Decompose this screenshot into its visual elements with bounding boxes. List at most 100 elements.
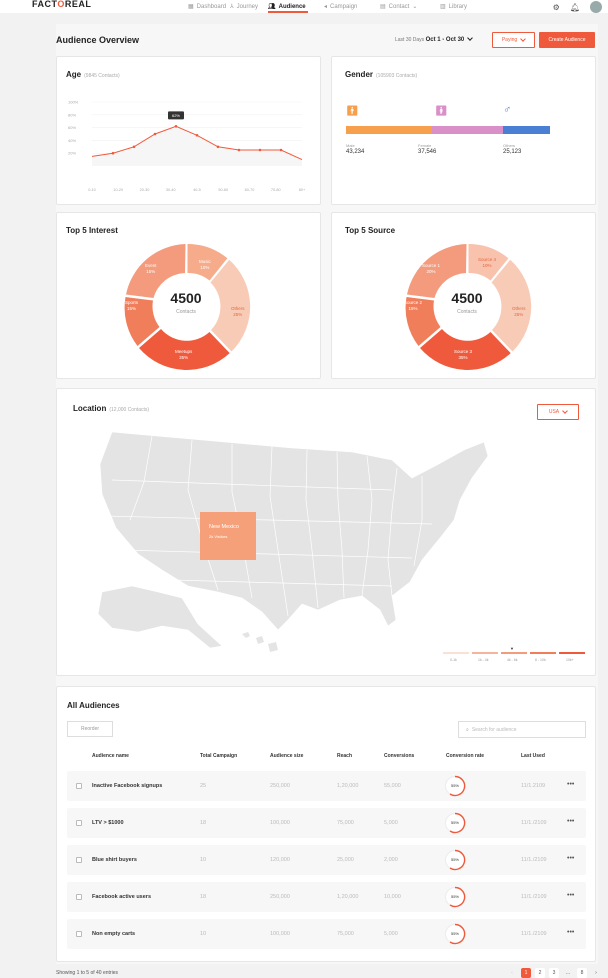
gender-stat-male: Male 43,234 (346, 143, 365, 155)
nav-contact[interactable]: ▤ Contact ⌄ (380, 3, 418, 11)
female-icon: 🚺︎ (435, 106, 448, 117)
reorder-button[interactable]: Reorder (67, 721, 113, 737)
more-options-icon[interactable]: ••• (567, 818, 574, 825)
age-data-point[interactable] (132, 145, 136, 149)
row-checkbox[interactable] (76, 820, 82, 826)
col-header: Total Campaign (200, 753, 238, 759)
more-options-icon[interactable]: ••• (567, 855, 574, 862)
nav-campaign[interactable]: ◂ Campaign (324, 3, 357, 11)
col-header: Conversion rate (446, 753, 485, 759)
date-range-selector[interactable]: Last 30 Days Oct 1 - Oct 30 (395, 35, 474, 43)
cell-reach: 1,20,000 (337, 894, 359, 900)
other-gender-icon: ♂ (503, 104, 512, 116)
country-dropdown[interactable]: USA (537, 404, 579, 420)
age-data-point[interactable] (216, 145, 220, 149)
y-tick-label: 60% (68, 125, 76, 130)
x-tick-label: 10-20 (113, 188, 123, 192)
prev-page-icon[interactable]: ‹ (507, 968, 517, 978)
age-data-point[interactable] (153, 132, 157, 136)
more-options-icon[interactable]: ••• (567, 892, 574, 899)
page-ellipsis: … (565, 970, 571, 976)
table-row[interactable]: LTV > $1000 18 100,000 75,000 5,000 55% 11/1./… (67, 808, 586, 838)
segment-label: Source 1 20% (422, 263, 441, 274)
chevron-down-icon (467, 35, 474, 41)
gender-bar (346, 126, 550, 134)
active-tab-indicator (268, 11, 308, 13)
page-button[interactable]: 1 (521, 968, 531, 978)
search-icon: ⌕ (466, 726, 469, 733)
age-area-fill (92, 126, 302, 166)
interest-center-value: 4500 (170, 290, 202, 306)
cell-size: 100,000 (270, 931, 290, 937)
cell-size: 100,000 (270, 820, 290, 826)
audience-search-input[interactable]: ⌕ Search for audience (458, 721, 586, 738)
more-options-icon[interactable]: ••• (567, 781, 574, 788)
legend-label: 6 - 10k (535, 658, 546, 662)
alaska-shape (97, 585, 223, 649)
paying-filter-dropdown[interactable]: Paying (492, 32, 535, 48)
legend-swatch (501, 652, 527, 654)
audience-name: Facebook active users (92, 894, 152, 900)
row-checkbox[interactable] (76, 783, 82, 789)
age-line-chart: 100% 80% 60% 40% 20% 62% 0-10 10-20 20-30 30-40 40… (68, 100, 306, 193)
x-tick-label: 0-10 (88, 188, 96, 192)
cell-campaign: 25 (200, 783, 207, 789)
settings-gear-icon[interactable]: ⚙ (553, 3, 560, 12)
y-tick-label: 80% (68, 112, 76, 117)
conversion-rate-ring: 55% (444, 812, 466, 834)
create-audience-button[interactable]: Create Audience (539, 32, 595, 48)
page-title: Audience Overview (56, 35, 140, 45)
gender-title: Gender (105903 Contacts) (345, 70, 418, 79)
row-checkbox[interactable] (76, 857, 82, 863)
age-data-point[interactable] (174, 125, 178, 128)
table-row[interactable]: Non empty carts 10 100,000 75,000 5,000 55% 11… (67, 919, 586, 949)
col-header: Audience size (270, 753, 304, 759)
segment-label: Others 25% (231, 306, 245, 317)
next-page-icon[interactable]: › (591, 968, 601, 978)
age-data-point[interactable] (195, 133, 199, 137)
male-icon: 🚹︎ (346, 106, 359, 117)
age-data-point[interactable] (237, 148, 241, 152)
age-data-point[interactable] (258, 148, 262, 152)
cell-campaign: 18 (200, 894, 207, 900)
interest-center-label: Contacts (176, 309, 196, 315)
x-tick-label: 40-5 (193, 188, 201, 192)
bell-icon[interactable]: 🔔︎ (570, 3, 580, 12)
users-icon: 👥︎ (268, 4, 276, 10)
page-button[interactable]: 8 (577, 968, 587, 978)
nav-dashboard[interactable]: ▦ Dashboard (188, 3, 226, 11)
user-avatar[interactable] (590, 1, 602, 13)
table-row[interactable]: Facebook active users 18 250,000 1,20,000 10… (67, 882, 586, 912)
x-tick-label: 60-70 (245, 188, 255, 192)
table-row[interactable]: Blue shirt buyers 10 120,000 25,000 2,000 55%… (67, 845, 586, 875)
table-row[interactable]: Inactive Facebook signups 25 250,000 1,20,0… (67, 771, 586, 801)
segment-label: Event 15% (145, 263, 157, 274)
brand-logo[interactable]: FACTOREAL (32, 0, 91, 9)
page-button[interactable]: 3 (549, 968, 559, 978)
us-map: New Mexico 2k Visitors (97, 431, 489, 652)
legend-swatch (443, 652, 469, 654)
more-options-icon[interactable]: ••• (567, 929, 574, 936)
source-title: Top 5 Source (345, 226, 396, 235)
age-data-point[interactable] (111, 151, 115, 155)
row-checkbox[interactable] (76, 931, 82, 937)
nav-journey[interactable]: ⅄ Journey (230, 3, 258, 11)
conversion-rate-ring: 55% (444, 775, 466, 797)
legend-label: 4k - 6k (507, 658, 518, 662)
nav-audience[interactable]: 👥︎ Audience (268, 3, 306, 11)
x-tick-label: 30-40 (166, 188, 176, 192)
megaphone-icon: ◂ (324, 4, 328, 10)
age-data-point[interactable] (279, 148, 283, 152)
chevron-down-icon: ⌄ (412, 4, 418, 10)
nav-library[interactable]: ▥ Library (440, 3, 467, 11)
audience-name: Blue shirt buyers (92, 857, 137, 863)
gender-bar-male (346, 126, 432, 134)
legend-label: 1k - 4k (478, 658, 489, 662)
audience-name: Inactive Facebook signups (92, 783, 163, 789)
location-title: Location (12,000 Contacts) (73, 404, 150, 413)
x-tick-label: 80+ (299, 188, 306, 192)
page-button[interactable]: 2 (535, 968, 545, 978)
cell-last-used: 11/1./2109 (521, 894, 547, 900)
row-checkbox[interactable] (76, 894, 82, 900)
segment-label: Sports 15% (125, 300, 139, 311)
